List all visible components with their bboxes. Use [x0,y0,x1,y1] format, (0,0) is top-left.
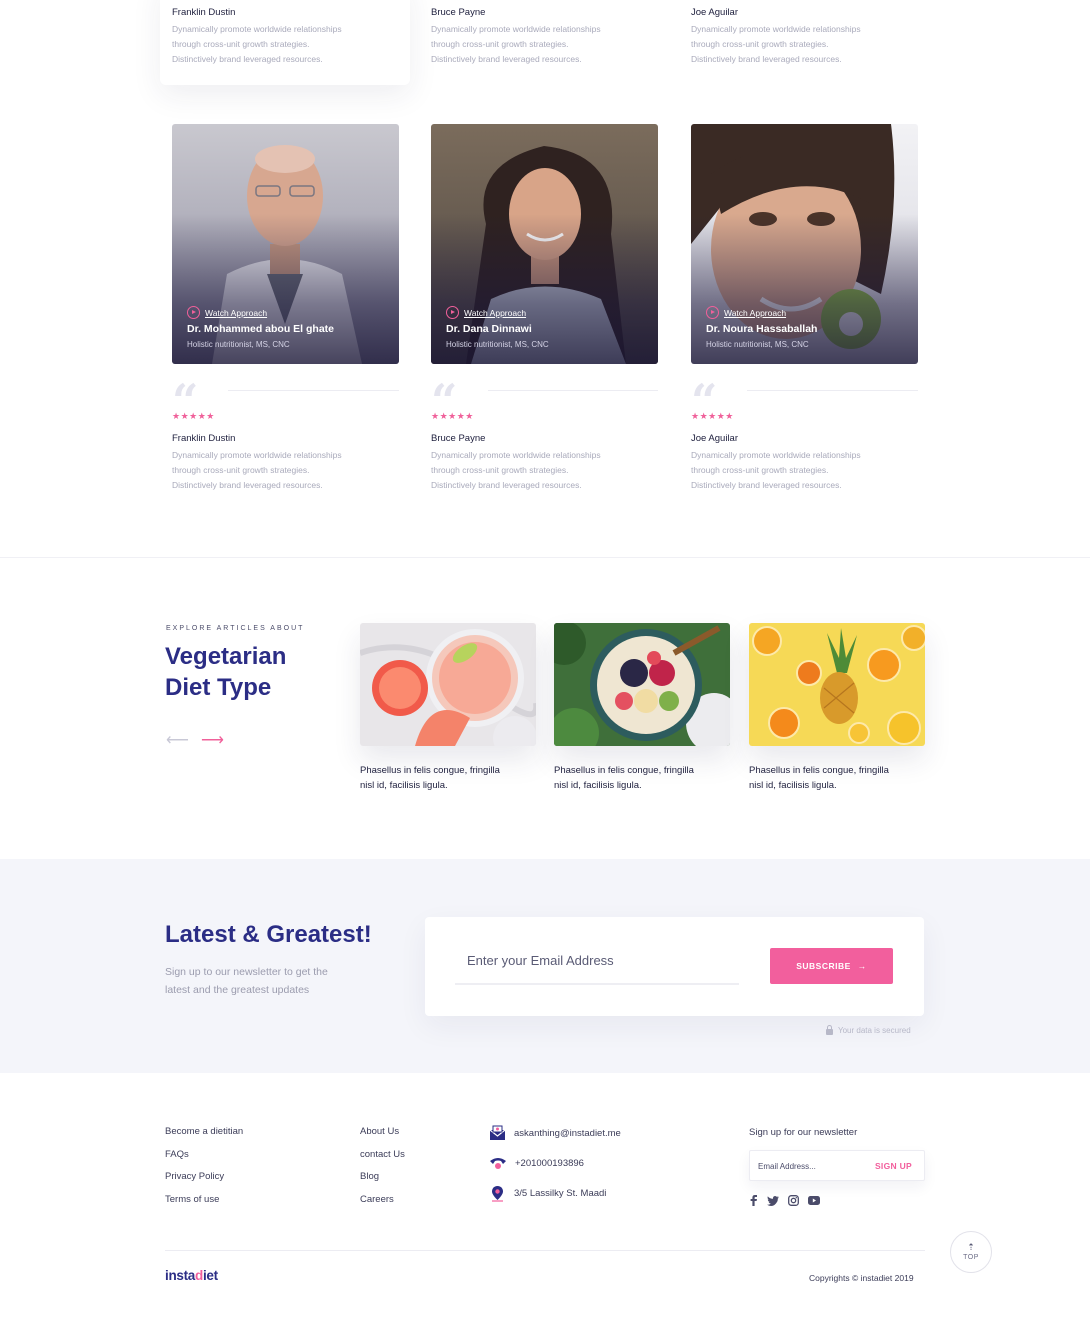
footer-link[interactable]: FAQs [165,1149,243,1161]
review-top-1: Franklin Dustin Dynamically promote worl… [172,7,402,67]
star-rating: ★★★★★ [691,411,734,421]
footer-divider [165,1250,925,1251]
footer-email-input[interactable] [758,1158,858,1174]
article-card-2[interactable]: Phasellus in felis congue, fringilla nisl… [554,623,730,793]
watch-approach-link[interactable]: Watch Approach [706,306,786,319]
divider-line [228,390,399,391]
arrow-left-icon[interactable]: ⟵ [166,730,189,750]
facebook-icon[interactable] [749,1195,758,1206]
review-text: Dynamically promote worldwide relationsh… [431,450,601,490]
lock-icon [826,1025,833,1035]
doctor-card-2[interactable]: Watch Approach Dr. Dana Dinnawi Holistic… [431,124,658,364]
subscribe-button[interactable]: SUBSCRIBE → [770,948,893,984]
review-3: Joe Aguilar Dynamically promote worldwid… [691,433,921,493]
footer-link[interactable]: Careers [360,1194,405,1206]
arrow-right-icon: → [857,961,867,971]
doctor-name: Dr. Mohammed abou El ghate [187,323,335,335]
contact-phone[interactable]: +201000193896 [489,1154,621,1172]
contact-info: askanthing@instadiet.me +201000193896 3/… [489,1124,621,1214]
articles-eyebrow: EXPLORE ARTICLES ABOUT [166,625,305,632]
play-icon [187,306,200,319]
review-text: Dynamically promote worldwide relationsh… [691,24,861,64]
signup-button[interactable]: SIGN UP [875,1161,912,1171]
quote-icon: “ [691,374,718,428]
social-links [749,1195,820,1206]
review-1: Franklin Dustin Dynamically promote worl… [172,433,402,493]
play-icon [706,306,719,319]
footer-link[interactable]: Terms of use [165,1194,243,1206]
reviewer-name: Franklin Dustin [172,433,236,444]
article-image [360,623,536,746]
article-caption[interactable]: Phasellus in felis congue, fringilla nisl… [360,763,536,793]
quote-icon: “ [172,374,199,428]
star-rating: ★★★★★ [172,411,215,421]
article-caption[interactable]: Phasellus in felis congue, fringilla nisl… [749,763,925,793]
contact-email[interactable]: askanthing@instadiet.me [489,1124,621,1142]
divider-line [747,390,918,391]
newsletter-section: Latest & Greatest! Sign up to our newsle… [0,859,1090,1073]
doctor-role: Holistic nutritionist, MS, CNC [187,340,290,349]
quote-icon: “ [431,374,458,428]
star-rating: ★★★★★ [431,411,474,421]
reviewer-name: Franklin Dustin [172,7,236,18]
footer-link[interactable]: Become a dietitian [165,1126,243,1138]
location-pin-icon [492,1185,503,1202]
instagram-icon[interactable] [788,1195,799,1206]
youtube-icon[interactable] [808,1196,820,1205]
reviewer-name: Joe Aguilar [691,7,739,18]
back-to-top-button[interactable]: ⇡ TOP [950,1231,992,1273]
footer-link[interactable]: Blog [360,1171,405,1183]
footer-links-2: About Us contact Us Blog Careers [360,1126,405,1217]
article-card-3[interactable]: Phasellus in felis congue, fringilla nisl… [749,623,925,793]
doctor-role: Holistic nutritionist, MS, CNC [706,340,809,349]
reviewer-name: Bruce Payne [431,7,486,18]
doctor-role: Holistic nutritionist, MS, CNC [446,340,549,349]
footer-newsletter-title: Sign up for our newsletter [749,1127,858,1138]
email-input[interactable] [455,945,739,985]
reviewer-name: Bruce Payne [431,433,486,444]
section-divider [0,557,1090,558]
phone-icon [490,1158,506,1169]
secured-note: Your data is secured [826,1025,911,1035]
article-caption[interactable]: Phasellus in felis congue, fringilla nisl… [554,763,730,793]
copyright-text: Copyrights © instadiet 2019 [809,1273,914,1283]
mail-icon [489,1125,506,1140]
watch-approach-link[interactable]: Watch Approach [187,306,267,319]
review-2: Bruce Payne Dynamically promote worldwid… [431,433,661,493]
watch-approach-link[interactable]: Watch Approach [446,306,526,319]
instadiet-logo[interactable]: instadiet [165,1268,218,1283]
play-icon [446,306,459,319]
newsletter-title: Latest & Greatest! [165,921,372,948]
carousel-arrows: ⟵ ⟶ [166,730,224,750]
arrow-right-icon[interactable]: ⟶ [201,730,224,750]
doctor-card-1[interactable]: Watch Approach Dr. Mohammed abou El ghat… [172,124,399,364]
footer-link[interactable]: Privacy Policy [165,1171,243,1183]
newsletter-form: SUBSCRIBE → [425,917,924,1016]
review-text: Dynamically promote worldwide relationsh… [172,24,342,64]
review-top-2: Bruce Payne Dynamically promote worldwid… [431,7,661,67]
divider-line [488,390,658,391]
article-card-1[interactable]: Phasellus in felis congue, fringilla nisl… [360,623,536,793]
doctor-name: Dr. Dana Dinnawi [446,323,532,335]
footer-link[interactable]: About Us [360,1126,405,1138]
article-image [554,623,730,746]
arrow-up-icon: ⇡ [967,1242,975,1252]
articles-title: Vegetarian Diet Type [165,643,287,701]
footer-links-1: Become a dietitian FAQs Privacy Policy T… [165,1126,243,1217]
review-text: Dynamically promote worldwide relationsh… [691,450,861,490]
twitter-icon[interactable] [767,1195,779,1206]
review-text: Dynamically promote worldwide relationsh… [431,24,601,64]
reviewer-name: Joe Aguilar [691,433,739,444]
contact-address: 3/5 Lassilky St. Maadi [489,1184,621,1202]
newsletter-subtitle: Sign up to our newsletter to get the lat… [165,966,328,996]
review-top-3: Joe Aguilar Dynamically promote worldwid… [691,7,921,67]
doctor-name: Dr. Noura Hassaballah [706,323,818,335]
article-image [749,623,925,746]
footer-link[interactable]: contact Us [360,1149,405,1161]
review-text: Dynamically promote worldwide relationsh… [172,450,342,490]
doctor-card-3[interactable]: Watch Approach Dr. Noura Hassaballah Hol… [691,124,918,364]
footer-newsletter-form: SIGN UP [749,1150,925,1181]
